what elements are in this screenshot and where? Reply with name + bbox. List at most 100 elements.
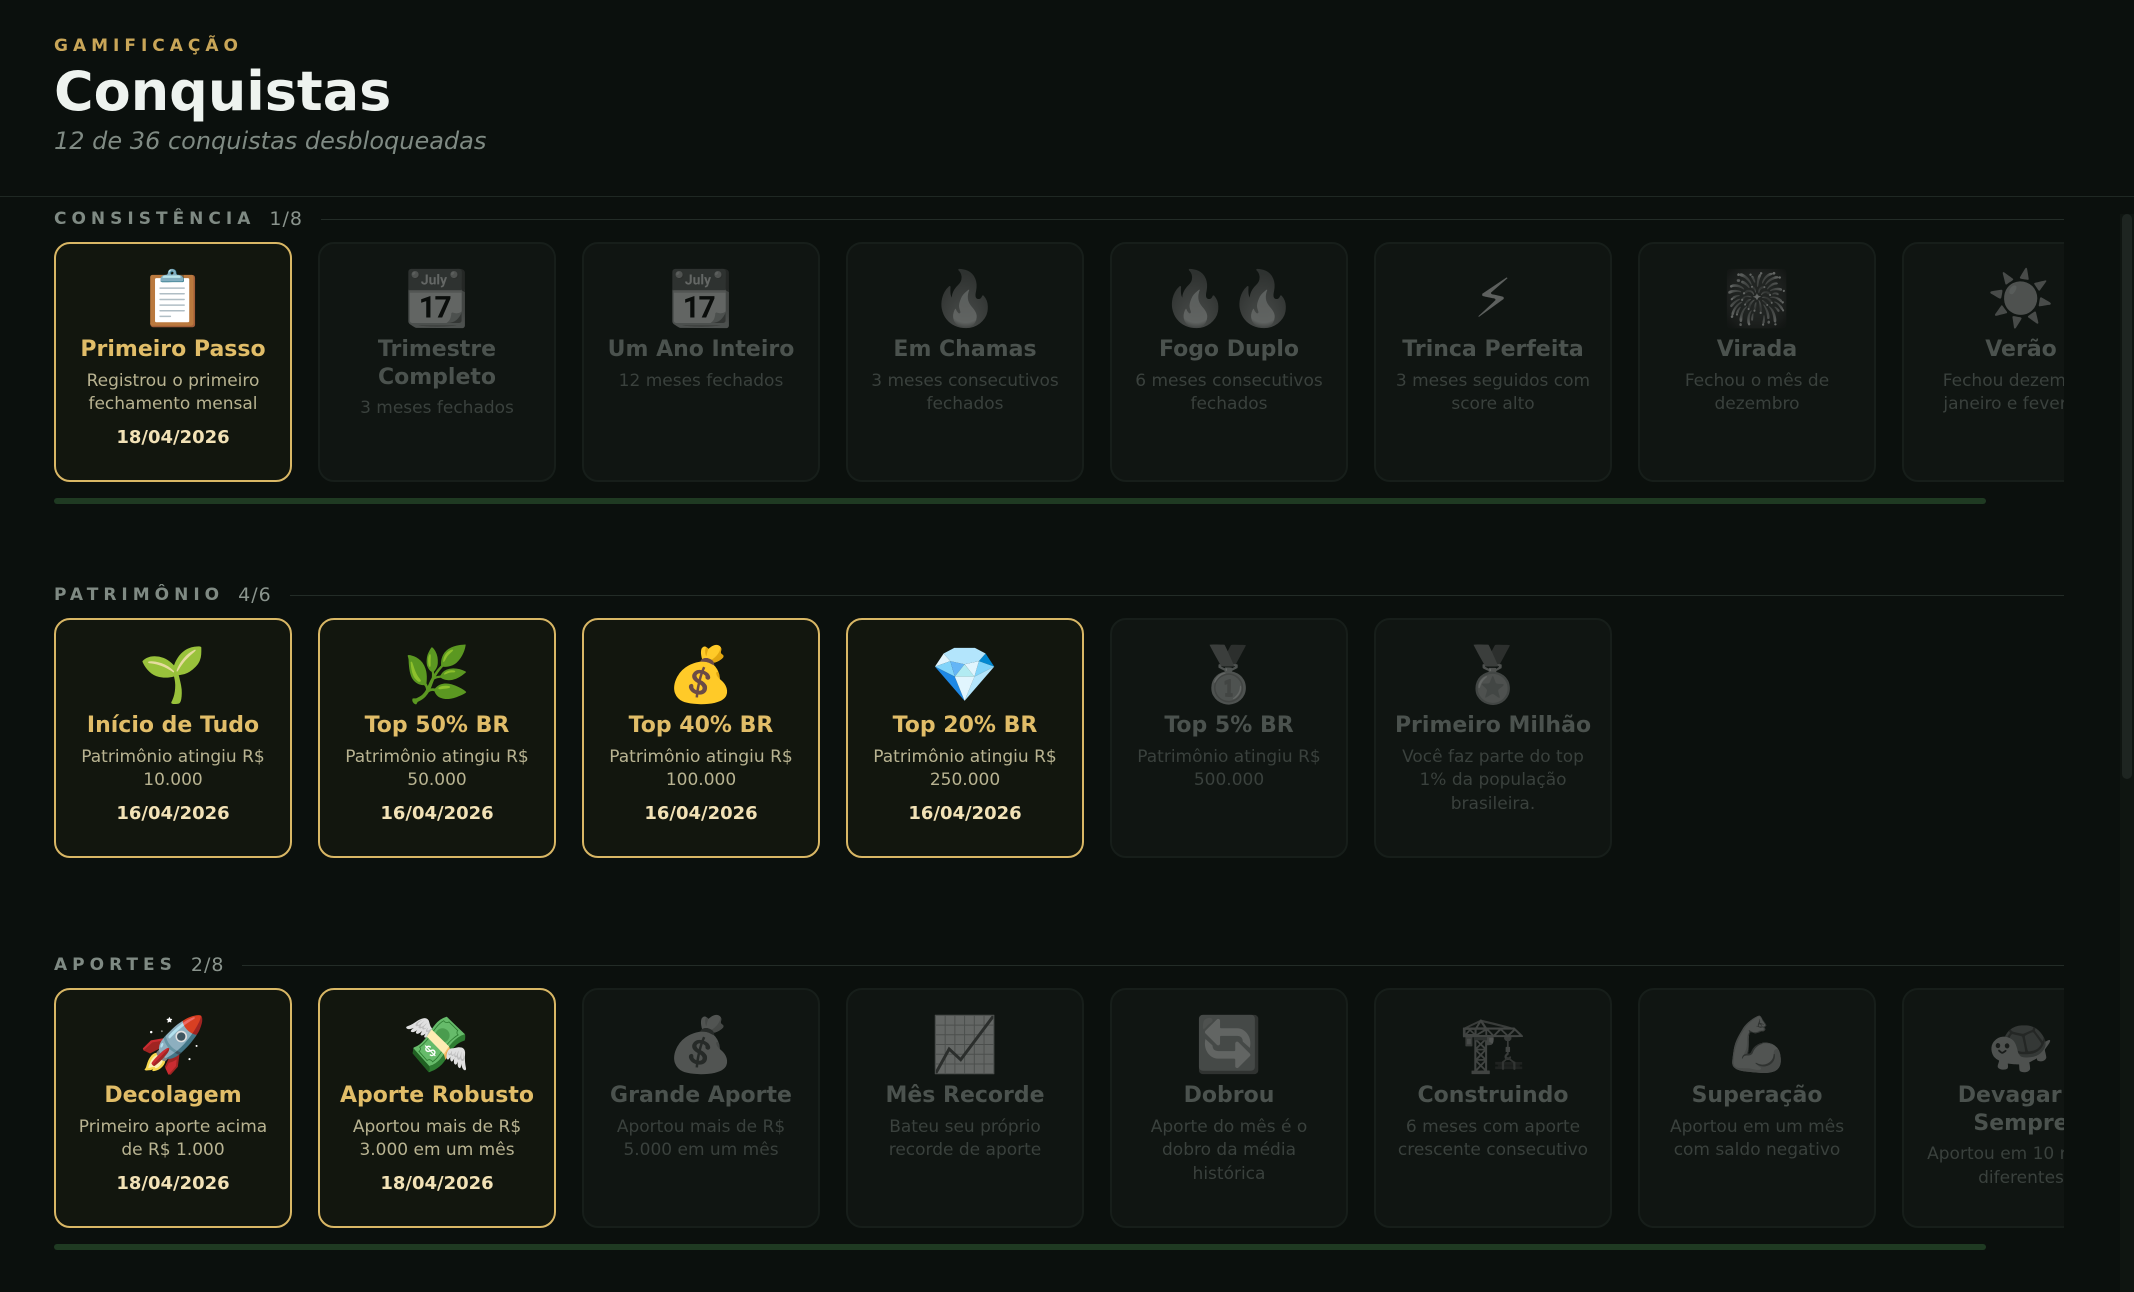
- achievement-card[interactable]: 💪 Superação Aportou em um mês com saldo ne…: [1638, 988, 1876, 1228]
- crane-icon: 🏗️: [1459, 1013, 1527, 1076]
- achievement-card[interactable]: 💰 Grande Aporte Aportou mais de R$ 5.000 e…: [582, 988, 820, 1228]
- achievement-card[interactable]: 📆 Trimestre Completo 3 meses fechados: [318, 242, 556, 482]
- achievement-description: Fechou o mês de dezembro: [1684, 370, 1830, 415]
- achievement-card[interactable]: 🚀 Decolagem Primeiro aporte acima de R$ 1.…: [54, 988, 292, 1228]
- rocket-icon: 🚀: [139, 1013, 207, 1076]
- achievement-description: Fechou dezembro, janeiro e fevereiro: [1942, 370, 2064, 415]
- cards-row: 📋 Primeiro Passo Registrou o primeiro fech…: [54, 242, 2064, 490]
- achievement-card[interactable]: 🌱 Início de Tudo Patrimônio atingiu R$ 10.…: [54, 618, 292, 858]
- achievement-card[interactable]: 🐢 Devagar e Sempre Aportou em 10 meses dif…: [1902, 988, 2064, 1228]
- achievement-description: 3 meses fechados: [360, 398, 514, 418]
- section-header: CONSISTÊNCIA 1/8: [54, 204, 2064, 234]
- achievement-description: Patrimônio atingiu R$ 500.000: [1137, 746, 1321, 791]
- achievement-name: Top 40% BR: [628, 713, 774, 738]
- section-count: 2/8: [190, 954, 225, 976]
- vertical-scrollbar-thumb[interactable]: [2122, 214, 2132, 779]
- achievement-description: Aportou em um mês com saldo negativo: [1669, 1116, 1845, 1161]
- achievement-card[interactable]: 🥇 Top 5% BR Patrimônio atingiu R$ 500.000: [1110, 618, 1348, 858]
- fireworks-icon: 🎆: [1723, 267, 1791, 330]
- section-count: 1/8: [269, 208, 303, 230]
- achievement-card[interactable]: 🔄 Dobrou Aporte do mês é o dobro da média …: [1110, 988, 1348, 1228]
- achievement-name: Trinca Perfeita: [1402, 337, 1584, 362]
- calendar-icon: 📆: [667, 267, 735, 330]
- achievement-description: Aporte do mês é o dobro da média históri…: [1150, 1116, 1308, 1185]
- achievement-description: 3 meses seguidos com score alto: [1395, 370, 1591, 415]
- section-title: CONSISTÊNCIA: [54, 209, 256, 229]
- achievement-name: Decolagem: [104, 1083, 242, 1108]
- page-title: Conquistas: [54, 60, 392, 123]
- achievement-date: 16/04/2026: [908, 803, 1022, 825]
- header-divider: [0, 196, 2134, 197]
- achievement-name: Devagar e Sempre: [1957, 1083, 2064, 1136]
- achievement-description: Aportou mais de R$ 3.000 em um mês: [352, 1116, 522, 1161]
- medal-icon: 🏅: [1459, 643, 1527, 706]
- achievement-description: Registrou o primeiro fechamento mensal: [86, 370, 260, 415]
- achievement-name: Grande Aporte: [610, 1083, 792, 1108]
- sun-icon: ☀️: [1987, 267, 2055, 330]
- achievement-description: Patrimônio atingiu R$ 100.000: [609, 746, 793, 791]
- achievement-date: 18/04/2026: [116, 1173, 230, 1195]
- achievement-date: 16/04/2026: [116, 803, 230, 825]
- achievement-card[interactable]: 🔥 Em Chamas 3 meses consecutivos fechados: [846, 242, 1084, 482]
- money-wings-icon: 💸: [403, 1013, 471, 1076]
- achievement-card[interactable]: 🎆 Virada Fechou o mês de dezembro: [1638, 242, 1876, 482]
- achievement-card[interactable]: 📋 Primeiro Passo Registrou o primeiro fech…: [54, 242, 292, 482]
- calendar-icon: 📆: [403, 267, 471, 330]
- muscle-icon: 💪: [1723, 1013, 1791, 1076]
- achievement-date: 16/04/2026: [380, 803, 494, 825]
- achievement-name: Dobrou: [1183, 1083, 1275, 1108]
- section-header: APORTES 2/8: [54, 950, 2064, 980]
- page-eyebrow: GAMIFICAÇÃO: [54, 36, 244, 56]
- diamond-icon: 💎: [931, 643, 999, 706]
- achievement-card[interactable]: 📆 Um Ano Inteiro 12 meses fechados: [582, 242, 820, 482]
- achievement-name: Top 5% BR: [1164, 713, 1294, 738]
- achievement-description: 12 meses fechados: [618, 370, 784, 391]
- section-2: APORTES 2/8 🚀 Decolagem Primeiro aporte acim…: [54, 950, 2064, 1250]
- chart-up-icon: 📈: [931, 1013, 999, 1076]
- page-subtitle: 12 de 36 conquistas desbloqueadas: [54, 127, 487, 156]
- achievement-description: Patrimônio atingiu R$ 50.000: [345, 746, 529, 791]
- horizontal-scrollbar[interactable]: [54, 498, 1986, 504]
- achievement-name: Trimestre Completo: [377, 337, 497, 390]
- section-count: 4/6: [238, 584, 272, 606]
- achievement-card[interactable]: 💰 Top 40% BR Patrimônio atingiu R$ 100.000…: [582, 618, 820, 858]
- achievement-description: Aportou em 10 meses diferentes: [1927, 1144, 2064, 1188]
- section-divider: [289, 594, 2064, 596]
- achievement-name: Em Chamas: [893, 337, 1037, 362]
- achievement-card[interactable]: ⚡ Trinca Perfeita 3 meses seguidos com sco…: [1374, 242, 1612, 482]
- achievement-date: 16/04/2026: [644, 803, 758, 825]
- clipboard-icon: 📋: [139, 267, 207, 330]
- achievement-card[interactable]: 🔥🔥 Fogo Duplo 6 meses consecutivos fechado…: [1110, 242, 1348, 482]
- achievement-name: Primeiro Milhão: [1394, 713, 1592, 738]
- achievement-card[interactable]: 💎 Top 20% BR Patrimônio atingiu R$ 250.000…: [846, 618, 1084, 858]
- achievement-name: Início de Tudo: [86, 713, 260, 738]
- achievement-description: Patrimônio atingiu R$ 250.000: [873, 746, 1057, 791]
- achievement-name: Primeiro Passo: [80, 337, 266, 362]
- achievement-card[interactable]: 🏗️ Construindo 6 meses com aporte crescent…: [1374, 988, 1612, 1228]
- achievement-card[interactable]: 📈 Mês Recorde Bateu seu próprio recorde de…: [846, 988, 1084, 1228]
- achievement-date: 18/04/2026: [116, 427, 230, 449]
- achievement-card[interactable]: 🌿 Top 50% BR Patrimônio atingiu R$ 50.000 1…: [318, 618, 556, 858]
- achievement-description: 3 meses consecutivos fechados: [871, 370, 1059, 415]
- double-fire-icon: 🔥🔥: [1161, 267, 1297, 330]
- refresh-icon: 🔄: [1195, 1013, 1263, 1076]
- achievement-date: 18/04/2026: [380, 1173, 494, 1195]
- page-header: GAMIFICAÇÃO Conquistas 12 de 36 conquist…: [54, 36, 486, 155]
- cards-row: 🚀 Decolagem Primeiro aporte acima de R$ 1.…: [54, 988, 2064, 1236]
- money-bag-icon: 💰: [667, 1013, 735, 1076]
- achievement-description: Você faz parte do top 1% da população br…: [1402, 746, 1584, 815]
- cards-row: 🌱 Início de Tudo Patrimônio atingiu R$ 10.…: [54, 618, 2064, 866]
- section-divider: [320, 218, 2064, 220]
- lightning-icon: ⚡: [1474, 267, 1512, 330]
- horizontal-scrollbar[interactable]: [54, 1244, 1986, 1250]
- achievement-name: Top 50% BR: [364, 713, 510, 738]
- achievement-name: Virada: [1716, 337, 1798, 362]
- section-1: PATRIMÔNIO 4/6 🌱 Início de Tudo Patrimônio a…: [54, 580, 2064, 858]
- achievement-card[interactable]: 💸 Aporte Robusto Aportou mais de R$ 3.000 …: [318, 988, 556, 1228]
- fire-icon: 🔥: [931, 267, 999, 330]
- achievement-card[interactable]: ☀️ Verão Fechou dezembro, janeiro e fevere…: [1902, 242, 2064, 482]
- achievement-description: Primeiro aporte acima de R$ 1.000: [78, 1116, 268, 1161]
- achievement-name: Mês Recorde: [885, 1083, 1045, 1108]
- achievement-name: Superação: [1691, 1083, 1823, 1108]
- achievement-card[interactable]: 🏅 Primeiro Milhão Você faz parte do top 1%…: [1374, 618, 1612, 858]
